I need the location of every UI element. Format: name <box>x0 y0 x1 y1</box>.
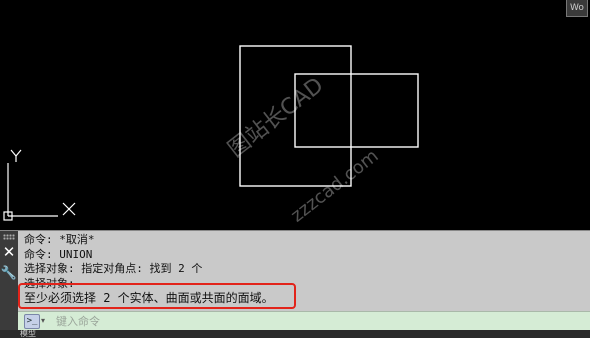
status-bar: 模型 <box>0 330 590 338</box>
ucs-icon <box>3 149 76 221</box>
command-input-row[interactable]: >_ ▾ <box>18 311 590 331</box>
wrench-icon[interactable]: 🔧 <box>0 265 18 283</box>
history-line: 命令: UNION <box>24 247 93 261</box>
error-highlight <box>18 283 296 309</box>
command-line-grip[interactable]: ✕ 🔧 <box>0 231 18 331</box>
command-input[interactable] <box>56 313 556 329</box>
grip-handle[interactable] <box>3 234 15 240</box>
history-line: 选择对象: 指定对角点: 找到 2 个 <box>24 262 203 275</box>
history-line: 命令: *取消* <box>24 233 95 246</box>
viewcube-tab[interactable]: Wo <box>566 0 588 17</box>
drawing-canvas[interactable]: Wo 图站长CAD zzzcad.com <box>0 0 590 230</box>
command-prompt-icon[interactable]: >_ <box>24 314 40 329</box>
tab-model[interactable]: 模型 <box>20 330 50 338</box>
chevron-down-icon[interactable]: ▾ <box>41 314 49 328</box>
close-icon[interactable]: ✕ <box>0 243 18 261</box>
